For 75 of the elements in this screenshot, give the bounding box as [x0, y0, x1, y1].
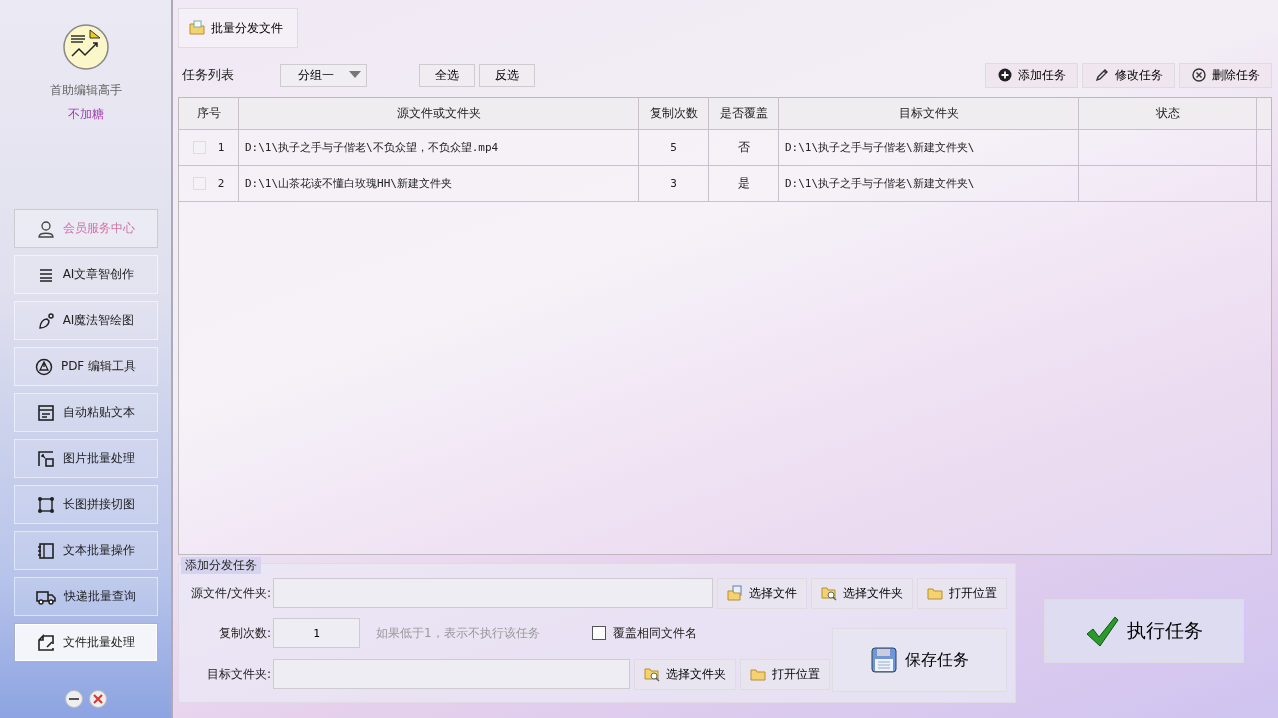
- source-path-field[interactable]: [273, 578, 713, 608]
- close-circle-icon: [1191, 68, 1206, 82]
- caret-icon: [349, 71, 361, 79]
- table-cell: D:\1\执子之手与子偕老\新建文件夹\: [785, 140, 975, 155]
- table-cell: 1: [217, 141, 225, 154]
- field-label: 目标文件夹:: [205, 665, 271, 683]
- table-cell: 5: [670, 141, 677, 154]
- chart-document-logo-icon: [62, 24, 109, 70]
- pencil-icon: [1094, 68, 1109, 82]
- copy-count-field[interactable]: 1: [273, 618, 360, 648]
- file-button[interactable]: 打开位置: [740, 658, 830, 690]
- row-checkbox[interactable]: [192, 141, 206, 154]
- panel-title: 添加分发任务: [181, 557, 261, 574]
- save-task-button[interactable]: 保存任务: [832, 628, 1007, 692]
- sidebar-item[interactable]: AI文章智创作: [13, 255, 158, 294]
- task-list-title: 任务列表: [182, 66, 234, 84]
- column-header: 目标文件夹: [779, 98, 1079, 129]
- task-action-button[interactable]: 修改任务: [1082, 62, 1175, 88]
- minimize-button[interactable]: [64, 690, 83, 708]
- table-cell: 2: [217, 177, 225, 190]
- table-cell: 3: [670, 177, 677, 190]
- folder-search-icon: [821, 585, 837, 601]
- sidebar-item[interactable]: 自动粘贴文本: [13, 393, 158, 432]
- overwrite-checkbox[interactable]: 覆盖相同文件名: [591, 624, 697, 642]
- invert-selection-button[interactable]: 反选: [479, 63, 535, 87]
- sidebar-item[interactable]: AI魔法智绘图: [13, 301, 158, 340]
- folder-icon: [189, 20, 205, 36]
- task-action-button[interactable]: 添加任务: [985, 62, 1078, 88]
- app-name: 首助编辑高手: [49, 82, 122, 99]
- file-button[interactable]: 选择文件: [717, 577, 807, 609]
- column-header: 是否覆盖: [709, 98, 779, 129]
- folder-icon: [927, 585, 943, 601]
- plus-circle-icon: [997, 68, 1012, 82]
- folder-search-icon: [644, 666, 660, 682]
- file-button[interactable]: 选择文件夹: [811, 577, 913, 609]
- table-cell: 是: [737, 175, 750, 192]
- pdf-icon: [34, 357, 53, 376]
- group-dropdown[interactable]: 分组一: [280, 63, 367, 87]
- file-button[interactable]: 选择文件夹: [634, 658, 736, 690]
- table-cell: D:\1\山茶花读不懂白玫瑰HH\新建文件夹: [245, 176, 452, 191]
- user-icon: [36, 219, 55, 238]
- sidebar-item[interactable]: 文件批量处理: [13, 623, 158, 662]
- select-all-button[interactable]: 全选: [419, 63, 475, 87]
- brush-icon: [36, 311, 55, 330]
- crop-frame-icon: [36, 495, 55, 514]
- checkmark-icon: [1085, 614, 1119, 648]
- target-folder-field[interactable]: [273, 659, 630, 689]
- folder-icon: [750, 666, 766, 682]
- hint-text: 如果低于1，表示不执行该任务: [376, 624, 540, 642]
- sidebar-item[interactable]: 快递批量查询: [13, 577, 158, 616]
- task-action-button[interactable]: 删除任务: [1179, 62, 1272, 88]
- text-panel-icon: [36, 403, 55, 422]
- column-header: 源文件或文件夹: [239, 98, 639, 129]
- notebook-icon: [36, 541, 55, 560]
- batch-distribute-tab[interactable]: 批量分发文件: [178, 8, 298, 48]
- file-folder-icon: [727, 585, 743, 601]
- table-cell: D:\1\执子之手与子偕老\新建文件夹\: [785, 176, 975, 191]
- sidebar-item[interactable]: PDF 编辑工具: [13, 347, 158, 386]
- column-header: 复制次数: [639, 98, 709, 129]
- file-edit-icon: [36, 633, 55, 652]
- sidebar-item[interactable]: 图片批量处理: [13, 439, 158, 478]
- file-button[interactable]: 打开位置: [917, 577, 1007, 609]
- column-header: 序号: [179, 98, 239, 129]
- field-label: 源文件/文件夹:: [189, 584, 271, 602]
- sidebar-item[interactable]: 文本批量操作: [13, 531, 158, 570]
- close-button[interactable]: [88, 690, 107, 708]
- execute-task-button[interactable]: 执行任务: [1044, 599, 1244, 663]
- row-checkbox[interactable]: [192, 177, 206, 190]
- image-icon: [36, 449, 55, 468]
- sidebar-item[interactable]: 长图拼接切图: [13, 485, 158, 524]
- user-name: 不加糖: [67, 106, 104, 123]
- column-header: 状态: [1079, 98, 1257, 129]
- table-cell: 否: [737, 139, 750, 156]
- table-cell: D:\1\执子之手与子偕老\不负众望，不负众望.mp4: [245, 140, 499, 155]
- field-label: 复制次数:: [217, 624, 271, 642]
